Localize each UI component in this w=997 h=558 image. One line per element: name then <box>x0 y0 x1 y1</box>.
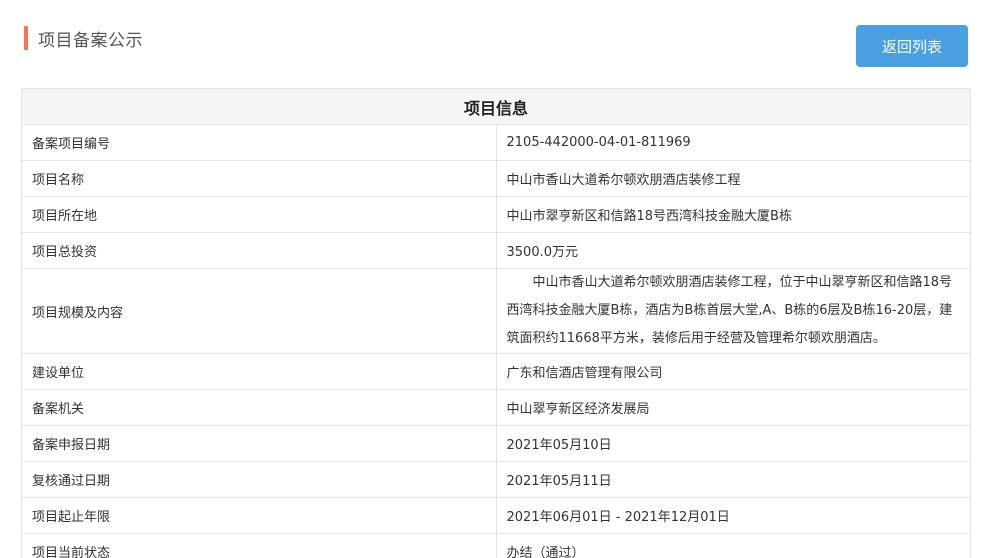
table-row-scope: 项目规模及内容 中山市香山大道希尔顿欢朋酒店装修工程，位于中山翠亨新区和信路18… <box>21 268 971 354</box>
table-row-authority: 备案机关 中山翠亨新区经济发展局 <box>21 389 971 426</box>
row-label: 备案申报日期 <box>21 425 497 462</box>
row-value: 中山翠亨新区经济发展局 <box>495 389 971 426</box>
row-label: 项目所在地 <box>21 196 497 233</box>
row-value: 2021年05月10日 <box>495 425 971 462</box>
row-label: 建设单位 <box>21 353 497 390</box>
table-row-location: 项目所在地 中山市翠亨新区和信路18号西湾科技金融大厦B栋 <box>21 196 971 233</box>
table-caption: 项目信息 <box>21 88 971 125</box>
table-row-builder: 建设单位 广东和信酒店管理有限公司 <box>21 353 971 390</box>
table-row-project-name: 项目名称 中山市香山大道希尔顿欢朋酒店装修工程 <box>21 160 971 197</box>
table-row-filing-number: 备案项目编号 2105-442000-04-01-811969 <box>21 124 971 161</box>
row-label: 项目名称 <box>21 160 497 197</box>
page-heading: 项目备案公示 <box>24 26 143 51</box>
row-label: 项目起止年限 <box>21 497 497 534</box>
row-value: 中山市翠亨新区和信路18号西湾科技金融大厦B栋 <box>495 196 971 233</box>
row-label: 备案项目编号 <box>21 124 497 161</box>
heading-accent-bar <box>24 26 28 50</box>
table-row-filing-date: 备案申报日期 2021年05月10日 <box>21 425 971 462</box>
row-label: 项目总投资 <box>21 232 497 269</box>
row-value: 广东和信酒店管理有限公司 <box>495 353 971 390</box>
row-label: 复核通过日期 <box>21 461 497 498</box>
row-value: 中山市香山大道希尔顿欢朋酒店装修工程，位于中山翠亨新区和信路18号西湾科技金融大… <box>495 268 971 354</box>
project-filing-page: 项目备案公示 返回列表 项目信息 备案项目编号 2105-442000-04-0… <box>0 0 997 558</box>
row-value: 办结（通过） <box>495 533 971 558</box>
row-value: 中山市香山大道希尔顿欢朋酒店装修工程 <box>495 160 971 197</box>
row-label: 备案机关 <box>21 389 497 426</box>
row-value: 3500.0万元 <box>495 232 971 269</box>
back-to-list-button[interactable]: 返回列表 <box>856 25 968 67</box>
row-value: 2021年05月11日 <box>495 461 971 498</box>
row-value: 2105-442000-04-01-811969 <box>495 124 971 161</box>
row-label: 项目当前状态 <box>21 533 497 558</box>
row-value: 2021年06月01日 - 2021年12月01日 <box>495 497 971 534</box>
table-row-review-date: 复核通过日期 2021年05月11日 <box>21 461 971 498</box>
project-info-table: 项目信息 备案项目编号 2105-442000-04-01-811969 项目名… <box>21 88 971 558</box>
row-label: 项目规模及内容 <box>21 268 497 354</box>
table-row-total-investment: 项目总投资 3500.0万元 <box>21 232 971 269</box>
table-row-period: 项目起止年限 2021年06月01日 - 2021年12月01日 <box>21 497 971 534</box>
table-row-status: 项目当前状态 办结（通过） <box>21 533 971 558</box>
page-title: 项目备案公示 <box>38 30 143 51</box>
